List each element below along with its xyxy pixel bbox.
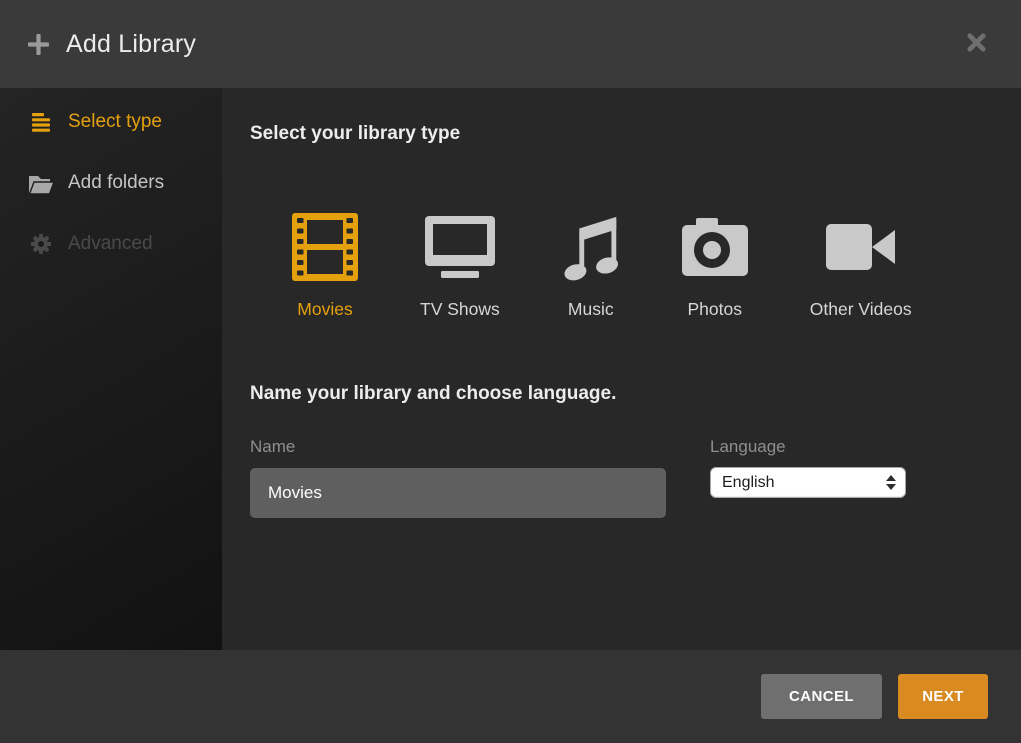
sidebar-item-label: Add folders bbox=[68, 172, 164, 194]
video-camera-icon bbox=[826, 213, 896, 281]
name-language-fields: Name Language English bbox=[250, 435, 1021, 518]
library-type-label: TV Shows bbox=[420, 297, 500, 321]
gear-icon bbox=[28, 233, 54, 255]
film-strip-icon bbox=[292, 213, 358, 281]
library-name-input[interactable] bbox=[250, 468, 666, 518]
sidebar-item-select-type[interactable]: Select type bbox=[0, 102, 222, 142]
library-type-music[interactable]: Music bbox=[562, 213, 620, 321]
select-stepper-arrows-icon bbox=[886, 468, 896, 497]
library-type-movies[interactable]: Movies bbox=[292, 213, 358, 321]
cancel-button[interactable]: CANCEL bbox=[761, 674, 882, 719]
sidebar-item-label: Select type bbox=[68, 111, 162, 133]
sidebar-item-add-folders[interactable]: Add folders bbox=[0, 163, 222, 203]
main-panel: Select your library type Movies TV Shows bbox=[222, 88, 1021, 650]
dialog-header: Add Library bbox=[0, 0, 1021, 88]
list-icon bbox=[28, 113, 54, 132]
language-select[interactable]: English bbox=[710, 467, 906, 498]
add-library-dialog: Add Library Select type Add folders bbox=[0, 0, 1021, 743]
name-field-label: Name bbox=[250, 435, 666, 458]
camera-icon bbox=[682, 213, 748, 281]
sidebar-item-label: Advanced bbox=[68, 233, 153, 255]
folder-open-icon bbox=[28, 173, 54, 194]
library-type-label: Music bbox=[568, 297, 614, 321]
language-selected-value: English bbox=[711, 474, 774, 492]
library-type-photos[interactable]: Photos bbox=[682, 213, 748, 321]
library-type-grid: Movies TV Shows Music bbox=[250, 213, 1021, 321]
close-icon bbox=[966, 32, 987, 56]
dialog-body: Select type Add folders Advanced Select … bbox=[0, 88, 1021, 650]
dialog-footer: CANCEL NEXT bbox=[0, 650, 1021, 743]
close-button[interactable] bbox=[961, 29, 991, 59]
library-type-label: Photos bbox=[688, 297, 742, 321]
library-type-other-videos[interactable]: Other Videos bbox=[810, 213, 912, 321]
library-type-tv-shows[interactable]: TV Shows bbox=[420, 213, 500, 321]
music-note-icon bbox=[562, 213, 620, 281]
dialog-title: Add Library bbox=[66, 30, 196, 59]
plus-icon bbox=[28, 34, 49, 55]
library-type-heading: Select your library type bbox=[250, 121, 1021, 147]
wizard-steps-sidebar: Select type Add folders Advanced bbox=[0, 88, 222, 650]
library-type-label: Movies bbox=[297, 297, 352, 321]
library-type-label: Other Videos bbox=[810, 297, 912, 321]
name-language-heading: Name your library and choose language. bbox=[250, 381, 1021, 407]
sidebar-item-advanced[interactable]: Advanced bbox=[0, 224, 222, 264]
language-field-label: Language bbox=[710, 435, 906, 458]
next-button[interactable]: NEXT bbox=[898, 674, 988, 719]
tv-icon bbox=[425, 213, 495, 281]
